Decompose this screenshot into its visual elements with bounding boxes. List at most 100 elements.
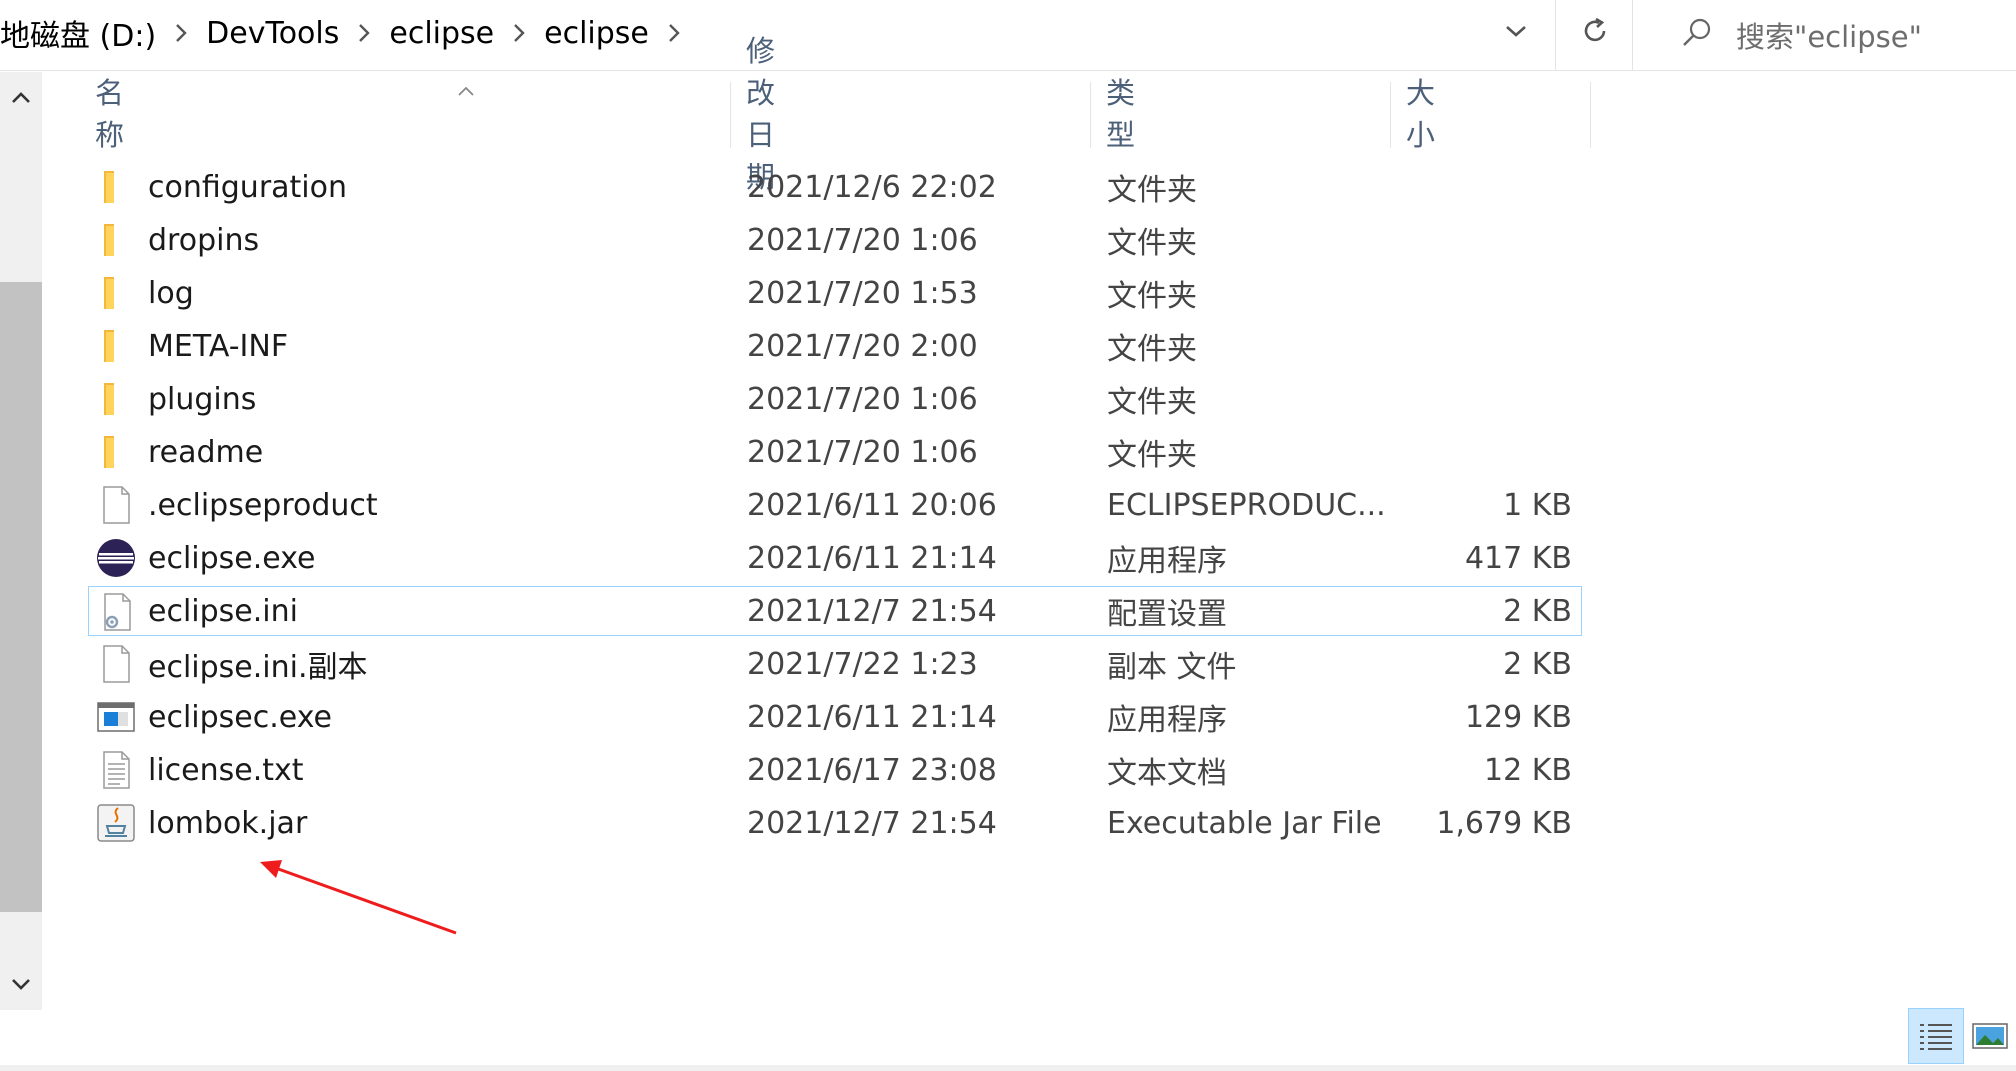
column-divider[interactable] [1090,82,1091,148]
file-row[interactable]: readme 2021/7/20 1:06 文件夹 [88,427,1582,477]
search-placeholder[interactable]: 搜索"eclipse" [1736,14,1922,56]
file-date: 2021/7/20 1:06 [747,381,978,417]
file-name: .eclipseproduct [148,487,378,523]
file-size: 1 KB [1503,487,1572,523]
folder-icon [96,220,136,260]
java-jar-icon [96,803,136,843]
file-name: log [148,275,194,311]
column-header-name[interactable]: 名称 [95,74,124,152]
file-size [1368,321,1572,371]
refresh-icon [1579,15,1611,51]
file-size: 2 KB [1503,593,1572,629]
vertical-scrollbar[interactable] [0,72,42,1010]
file-date: 2021/7/22 1:23 [747,646,978,682]
file-row[interactable]: configuration 2021/12/6 22:02 文件夹 [88,162,1582,212]
chevron-right-icon[interactable] [659,22,689,44]
refresh-button[interactable] [1565,8,1625,58]
folder-icon [96,326,136,366]
folder-icon [96,432,136,472]
file-type: 文本文档 [1107,756,1227,791]
file-name: eclipse.exe [148,540,316,576]
folder-icon [96,379,136,419]
file-type: 文件夹 [1107,332,1197,367]
annotation-arrow [260,860,457,935]
file-type: 应用程序 [1107,703,1227,738]
file-size: 1,679 KB [1436,805,1572,841]
file-row[interactable]: eclipse.exe 2021/6/11 21:14 应用程序 417 KB [88,533,1582,583]
address-history-dropdown-button[interactable] [1490,8,1542,58]
details-view-button[interactable] [1908,1008,1964,1064]
chevron-right-icon[interactable] [504,22,534,44]
file-size: 417 KB [1464,540,1572,576]
eclipse-logo-icon [96,538,136,578]
file-size [1368,215,1572,265]
details-view-icon [1920,1024,1952,1050]
file-row[interactable]: lombok.jar 2021/12/7 21:54 Executable Ja… [88,798,1582,848]
sort-ascending-icon [457,82,475,101]
file-type: Executable Jar File [1107,805,1382,841]
column-header-type[interactable]: 类型 [1106,74,1135,152]
chevron-right-icon[interactable] [166,22,196,44]
breadcrumb-devtools[interactable]: DevTools [196,16,349,51]
file-row[interactable]: eclipsec.exe 2021/6/11 21:14 应用程序 129 KB [88,692,1582,742]
chevron-right-icon[interactable] [349,22,379,44]
blank-file-icon [96,485,136,525]
file-type: 副本 文件 [1107,650,1237,685]
config-file-icon [97,592,137,632]
file-row[interactable]: META-INF 2021/7/20 2:00 文件夹 [88,321,1582,371]
file-name: eclipse.ini.副本 [148,650,368,685]
file-type: 文件夹 [1107,279,1197,314]
file-row[interactable]: eclipse.ini.副本 2021/7/22 1:23 副本 文件 2 KB [88,639,1582,689]
file-date: 2021/6/11 21:14 [747,540,997,576]
file-row[interactable]: log 2021/7/20 1:53 文件夹 [88,268,1582,318]
file-date: 2021/7/20 1:53 [747,275,978,311]
breadcrumb-eclipse-parent[interactable]: eclipse [379,16,504,51]
large-icons-view-icon [1972,1023,2008,1049]
file-name: lombok.jar [148,805,308,841]
file-date: 2021/12/7 21:54 [747,593,997,629]
divider [1632,0,1633,70]
blank-file-icon [96,644,136,684]
file-date: 2021/7/20 1:06 [747,222,978,258]
console-app-icon [96,697,136,737]
file-name: eclipsec.exe [148,699,332,735]
file-type: 文件夹 [1107,226,1197,261]
column-header-date[interactable]: 修改日期 [746,34,775,194]
file-name: readme [148,434,264,470]
file-type: 配置设置 [1107,597,1227,632]
folder-icon [96,273,136,313]
file-row[interactable]: license.txt 2021/6/17 23:08 文本文档 12 KB [88,745,1582,795]
file-row[interactable]: dropins 2021/7/20 1:06 文件夹 [88,215,1582,265]
divider [1555,0,1556,70]
scrollbar-thumb[interactable] [0,282,42,912]
address-bar: 地磁盘 (D:) DevTools eclipse eclipse 搜索"ecl… [0,0,2016,71]
column-divider[interactable] [1590,82,1591,148]
file-size: 129 KB [1464,699,1572,735]
scroll-up-button[interactable] [0,72,42,124]
file-row[interactable]: .eclipseproduct 2021/6/11 20:06 ECLIPSEP… [88,480,1582,530]
scroll-down-button[interactable] [0,958,42,1010]
search-icon [1680,16,1714,54]
file-name: eclipse.ini [148,593,298,629]
file-date: 2021/12/7 21:54 [747,805,997,841]
breadcrumb-eclipse-current[interactable]: eclipse [534,16,659,51]
file-type: 文件夹 [1107,173,1197,208]
file-date: 2021/6/11 20:06 [747,487,997,523]
file-row-selected[interactable]: eclipse.ini 2021/12/7 21:54 配置设置 2 KB [88,586,1582,636]
text-file-icon [96,750,136,790]
file-size [1368,374,1572,424]
file-size: 2 KB [1503,646,1572,682]
caret-up-icon [12,92,30,103]
column-divider[interactable] [1390,82,1391,148]
file-size [1368,427,1572,477]
file-type: 应用程序 [1107,544,1227,579]
column-divider[interactable] [730,82,731,148]
file-date: 2021/7/20 1:06 [747,434,978,470]
search-box[interactable]: 搜索"eclipse" [1645,0,2016,70]
column-header-size[interactable]: 大小 [1406,74,1435,152]
file-size [1368,162,1572,212]
file-date: 2021/6/17 23:08 [747,752,997,788]
file-row[interactable]: plugins 2021/7/20 1:06 文件夹 [88,374,1582,424]
large-icons-view-button[interactable] [1962,1008,2016,1064]
breadcrumb-drive-d[interactable]: 地磁盘 (D:) [0,11,166,55]
